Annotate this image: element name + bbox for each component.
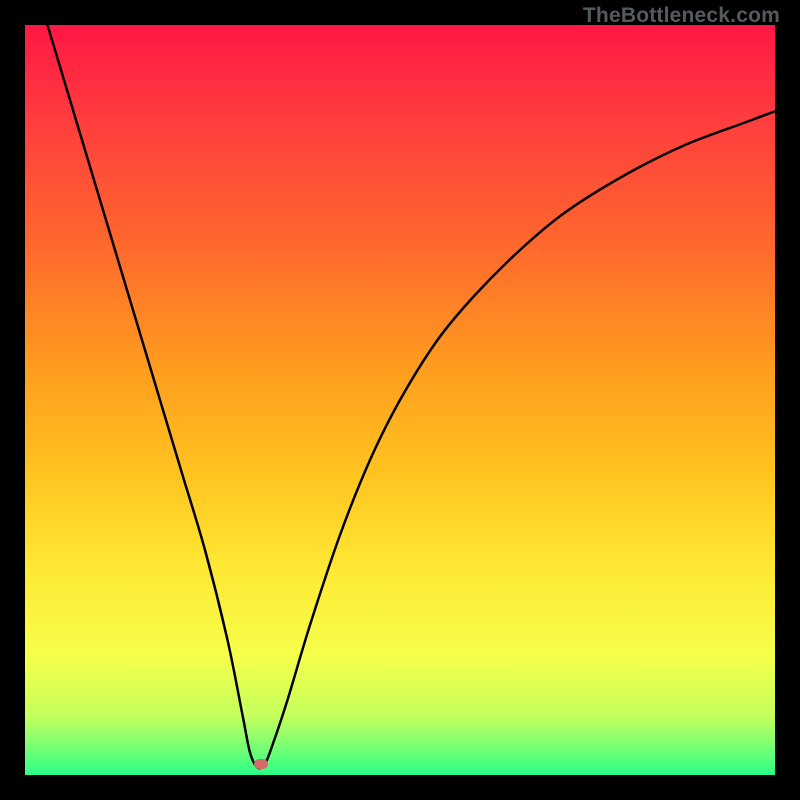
curve-svg [25, 25, 775, 775]
minimum-marker [254, 759, 268, 769]
chart-outer: { "watermark": "TheBottleneck.com", "plo… [0, 0, 800, 800]
bottleneck-curve [48, 25, 776, 768]
plot-area [25, 25, 775, 775]
